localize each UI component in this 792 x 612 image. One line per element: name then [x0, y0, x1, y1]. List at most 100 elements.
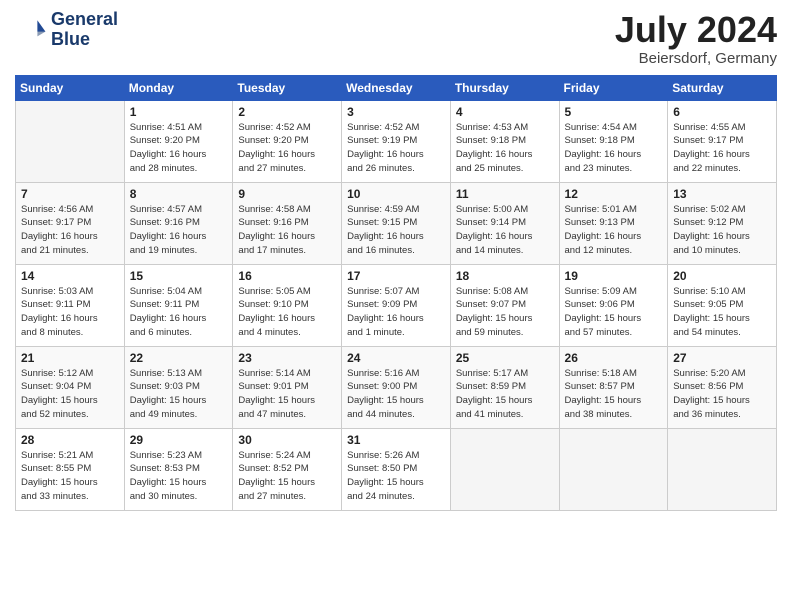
day-cell: 13Sunrise: 5:02 AM Sunset: 9:12 PM Dayli…: [668, 182, 777, 264]
header-day-friday: Friday: [559, 75, 668, 100]
day-number: 13: [673, 187, 771, 201]
day-number: 23: [238, 351, 336, 365]
day-info: Sunrise: 5:01 AM Sunset: 9:13 PM Dayligh…: [565, 203, 663, 258]
day-cell: 4 Sunrise: 4:53 AM Sunset: 9:18 PM Daylig…: [450, 100, 559, 182]
day-info: Sunrise: 4:56 AM Sunset: 9:17 PM Dayligh…: [21, 203, 119, 258]
day-number: 15: [130, 269, 228, 283]
day-cell: 19 Sunrise: 5:09 AM Sunset: 9:06 PM Dayli…: [559, 264, 668, 346]
day-cell: [668, 428, 777, 510]
day-info: Sunrise: 4:51 AM Sunset: 9:20 PM Dayligh…: [130, 121, 228, 176]
day-number: 12: [565, 187, 663, 201]
day-info: Sunrise: 5:08 AM Sunset: 9:07 PM Dayligh…: [456, 285, 554, 340]
week-row-5: 28 Sunrise: 5:21 AM Sunset: 8:55 PM Dayli…: [16, 428, 777, 510]
title-area: July 2024 Beiersdorf, Germany: [615, 10, 777, 67]
day-number: 2: [238, 105, 336, 119]
day-info: Sunrise: 4:55 AM Sunset: 9:17 PM Dayligh…: [673, 121, 771, 176]
week-row-3: 14Sunrise: 5:03 AM Sunset: 9:11 PM Dayli…: [16, 264, 777, 346]
day-number: 18: [456, 269, 554, 283]
day-number: 4: [456, 105, 554, 119]
day-cell: 5Sunrise: 4:54 AM Sunset: 9:18 PM Daylig…: [559, 100, 668, 182]
header-day-sunday: Sunday: [16, 75, 125, 100]
day-cell: 8Sunrise: 4:57 AM Sunset: 9:16 PM Daylig…: [124, 182, 233, 264]
day-info: Sunrise: 4:53 AM Sunset: 9:18 PM Dayligh…: [456, 121, 554, 176]
day-cell: 11Sunrise: 5:00 AM Sunset: 9:14 PM Dayli…: [450, 182, 559, 264]
day-number: 26: [565, 351, 663, 365]
day-cell: 23Sunrise: 5:14 AM Sunset: 9:01 PM Dayli…: [233, 346, 342, 428]
day-cell: 2 Sunrise: 4:52 AM Sunset: 9:20 PM Daylig…: [233, 100, 342, 182]
day-cell: 14Sunrise: 5:03 AM Sunset: 9:11 PM Dayli…: [16, 264, 125, 346]
logo-icon: [15, 14, 47, 46]
day-info: Sunrise: 5:23 AM Sunset: 8:53 PM Dayligh…: [130, 449, 228, 504]
day-cell: 31Sunrise: 5:26 AM Sunset: 8:50 PM Dayli…: [342, 428, 451, 510]
day-number: 22: [130, 351, 228, 365]
day-number: 20: [673, 269, 771, 283]
day-number: 28: [21, 433, 119, 447]
day-info: Sunrise: 5:20 AM Sunset: 8:56 PM Dayligh…: [673, 367, 771, 422]
day-number: 21: [21, 351, 119, 365]
week-row-1: 1 Sunrise: 4:51 AM Sunset: 9:20 PM Daylig…: [16, 100, 777, 182]
header-day-monday: Monday: [124, 75, 233, 100]
day-info: Sunrise: 5:05 AM Sunset: 9:10 PM Dayligh…: [238, 285, 336, 340]
day-number: 5: [565, 105, 663, 119]
day-number: 1: [130, 105, 228, 119]
day-number: 9: [238, 187, 336, 201]
day-info: Sunrise: 5:12 AM Sunset: 9:04 PM Dayligh…: [21, 367, 119, 422]
day-number: 6: [673, 105, 771, 119]
day-number: 16: [238, 269, 336, 283]
day-cell: 29 Sunrise: 5:23 AM Sunset: 8:53 PM Dayli…: [124, 428, 233, 510]
day-cell: 20 Sunrise: 5:10 AM Sunset: 9:05 PM Dayli…: [668, 264, 777, 346]
header-day-tuesday: Tuesday: [233, 75, 342, 100]
day-info: Sunrise: 4:57 AM Sunset: 9:16 PM Dayligh…: [130, 203, 228, 258]
day-number: 10: [347, 187, 445, 201]
day-number: 17: [347, 269, 445, 283]
day-cell: 24 Sunrise: 5:16 AM Sunset: 9:00 PM Dayli…: [342, 346, 451, 428]
day-cell: [559, 428, 668, 510]
day-cell: 10 Sunrise: 4:59 AM Sunset: 9:15 PM Dayli…: [342, 182, 451, 264]
day-info: Sunrise: 5:07 AM Sunset: 9:09 PM Dayligh…: [347, 285, 445, 340]
day-cell: 12 Sunrise: 5:01 AM Sunset: 9:13 PM Dayli…: [559, 182, 668, 264]
day-cell: 22 Sunrise: 5:13 AM Sunset: 9:03 PM Dayli…: [124, 346, 233, 428]
day-info: Sunrise: 5:13 AM Sunset: 9:03 PM Dayligh…: [130, 367, 228, 422]
day-info: Sunrise: 5:09 AM Sunset: 9:06 PM Dayligh…: [565, 285, 663, 340]
day-info: Sunrise: 5:04 AM Sunset: 9:11 PM Dayligh…: [130, 285, 228, 340]
day-info: Sunrise: 4:52 AM Sunset: 9:19 PM Dayligh…: [347, 121, 445, 176]
day-cell: 18 Sunrise: 5:08 AM Sunset: 9:07 PM Dayli…: [450, 264, 559, 346]
day-info: Sunrise: 4:52 AM Sunset: 9:20 PM Dayligh…: [238, 121, 336, 176]
header-day-saturday: Saturday: [668, 75, 777, 100]
day-number: 30: [238, 433, 336, 447]
day-cell: 21 Sunrise: 5:12 AM Sunset: 9:04 PM Dayli…: [16, 346, 125, 428]
day-number: 11: [456, 187, 554, 201]
day-info: Sunrise: 5:24 AM Sunset: 8:52 PM Dayligh…: [238, 449, 336, 504]
day-info: Sunrise: 4:59 AM Sunset: 9:15 PM Dayligh…: [347, 203, 445, 258]
day-number: 24: [347, 351, 445, 365]
day-cell: 26Sunrise: 5:18 AM Sunset: 8:57 PM Dayli…: [559, 346, 668, 428]
day-info: Sunrise: 5:10 AM Sunset: 9:05 PM Dayligh…: [673, 285, 771, 340]
day-number: 27: [673, 351, 771, 365]
day-cell: 27 Sunrise: 5:20 AM Sunset: 8:56 PM Dayli…: [668, 346, 777, 428]
day-cell: 3 Sunrise: 4:52 AM Sunset: 9:19 PM Daylig…: [342, 100, 451, 182]
header-day-wednesday: Wednesday: [342, 75, 451, 100]
day-info: Sunrise: 5:16 AM Sunset: 9:00 PM Dayligh…: [347, 367, 445, 422]
logo: General Blue: [15, 10, 118, 50]
day-cell: [450, 428, 559, 510]
day-number: 31: [347, 433, 445, 447]
header-row: SundayMondayTuesdayWednesdayThursdayFrid…: [16, 75, 777, 100]
day-number: 3: [347, 105, 445, 119]
day-info: Sunrise: 5:21 AM Sunset: 8:55 PM Dayligh…: [21, 449, 119, 504]
day-number: 29: [130, 433, 228, 447]
day-cell: 15 Sunrise: 5:04 AM Sunset: 9:11 PM Dayli…: [124, 264, 233, 346]
day-cell: 7 Sunrise: 4:56 AM Sunset: 9:17 PM Daylig…: [16, 182, 125, 264]
day-cell: [16, 100, 125, 182]
day-cell: 9Sunrise: 4:58 AM Sunset: 9:16 PM Daylig…: [233, 182, 342, 264]
day-number: 25: [456, 351, 554, 365]
calendar-table: SundayMondayTuesdayWednesdayThursdayFrid…: [15, 75, 777, 511]
day-info: Sunrise: 5:17 AM Sunset: 8:59 PM Dayligh…: [456, 367, 554, 422]
day-cell: 25 Sunrise: 5:17 AM Sunset: 8:59 PM Dayli…: [450, 346, 559, 428]
subtitle: Beiersdorf, Germany: [615, 50, 777, 67]
logo-text: General Blue: [51, 10, 118, 50]
day-info: Sunrise: 5:03 AM Sunset: 9:11 PM Dayligh…: [21, 285, 119, 340]
day-cell: 1 Sunrise: 4:51 AM Sunset: 9:20 PM Daylig…: [124, 100, 233, 182]
day-cell: 16 Sunrise: 5:05 AM Sunset: 9:10 PM Dayli…: [233, 264, 342, 346]
day-number: 7: [21, 187, 119, 201]
day-number: 19: [565, 269, 663, 283]
